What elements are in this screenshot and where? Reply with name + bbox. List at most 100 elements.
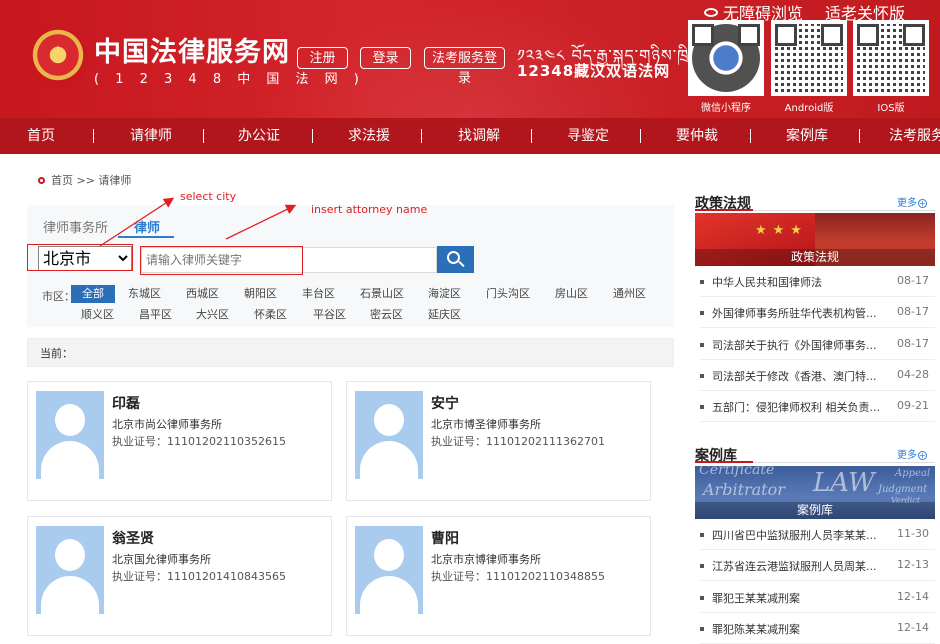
district-item[interactable]: 海淀区 bbox=[428, 285, 461, 303]
banner-word: Judgment bbox=[878, 484, 928, 495]
lawyer-license: 执业证号：11101202110348855 bbox=[431, 570, 605, 583]
policy-list-item[interactable]: 司法部关于执行《外国律师事务... 08-17 bbox=[700, 329, 935, 360]
district-item[interactable]: 西城区 bbox=[186, 285, 219, 303]
policy-list-item[interactable]: 外国律师事务所驻华代表机构管... 08-17 bbox=[700, 297, 935, 328]
district-item[interactable]: 房山区 bbox=[555, 285, 588, 303]
nav-notarization[interactable]: 办公证 bbox=[238, 118, 280, 154]
policy-item-date: 08-17 bbox=[897, 274, 929, 287]
nav-law-exam[interactable]: 法考服务 bbox=[889, 118, 940, 154]
lawyer-firm: 北京市京博律师事务所 bbox=[431, 553, 541, 566]
policy-item-title[interactable]: 五部门：侵犯律师权利 相关负责... bbox=[712, 399, 882, 415]
policy-banner-caption: 政策法规 bbox=[695, 249, 935, 266]
policy-more-link[interactable]: 更多 + bbox=[897, 194, 927, 209]
policy-list-item[interactable]: 司法部关于修改《香港、澳门特... 04-28 bbox=[700, 360, 935, 391]
case-item-title[interactable]: 四川省巴中监狱服刑人员李某某... bbox=[712, 527, 882, 543]
android-qr-icon[interactable] bbox=[771, 20, 847, 96]
policy-item-title[interactable]: 司法部关于执行《外国律师事务... bbox=[712, 337, 882, 353]
bilingual-site-link[interactable]: 12348藏汉双语法网 bbox=[517, 60, 670, 81]
main-nav: 首页 请律师 办公证 求法援 找调解 寻鉴定 要仲裁 案例库 法考服务 bbox=[0, 118, 940, 154]
case-item-title[interactable]: 江苏省连云港监狱服刑人员周某... bbox=[712, 558, 882, 574]
search-button[interactable] bbox=[437, 246, 474, 273]
qr-label-mini: 微信小程序 bbox=[701, 103, 751, 114]
case-list-item[interactable]: 四川省巴中监狱服刑人员李某某... 11-30 bbox=[700, 519, 935, 550]
section-accent bbox=[695, 461, 753, 463]
register-button[interactable]: 注册 bbox=[297, 47, 348, 69]
policy-item-title[interactable]: 外国律师事务所驻华代表机构管... bbox=[712, 305, 882, 321]
nav-arbitration[interactable]: 要仲裁 bbox=[676, 118, 718, 154]
district-item[interactable]: 怀柔区 bbox=[254, 306, 287, 324]
cases-banner-caption: 案例库 bbox=[695, 502, 935, 519]
nav-case-library[interactable]: 案例库 bbox=[786, 118, 828, 154]
district-all[interactable]: 全部 bbox=[71, 285, 115, 303]
lawyer-card[interactable]: 曹阳 北京市京博律师事务所 执业证号：11101202110348855 bbox=[346, 516, 651, 636]
lawyer-license: 执业证号：11101202110352615 bbox=[112, 435, 286, 448]
lawyer-name[interactable]: 翁圣贤 bbox=[112, 528, 154, 548]
national-emblem-logo[interactable]: ★ bbox=[28, 28, 88, 88]
ios-qr-icon[interactable] bbox=[853, 20, 929, 96]
policy-list-item[interactable]: 五部门：侵犯律师权利 相关负责... 09-21 bbox=[700, 391, 935, 422]
district-item[interactable]: 密云区 bbox=[370, 306, 403, 324]
lawyer-license: 执业证号：11101201410843565 bbox=[112, 570, 286, 583]
case-item-date: 12-13 bbox=[897, 558, 929, 571]
nav-hire-lawyer[interactable]: 请律师 bbox=[130, 118, 172, 154]
case-list-item[interactable]: 罪犯王某某减刑案 12-14 bbox=[700, 582, 935, 613]
lawyer-name[interactable]: 曹阳 bbox=[431, 528, 459, 548]
active-tab-indicator bbox=[118, 236, 174, 238]
lawyer-card[interactable]: 安宁 北京市博圣律师事务所 执业证号：11101202111362701 bbox=[346, 381, 651, 501]
district-item[interactable]: 门头沟区 bbox=[486, 285, 530, 303]
qr-label-android: Android版 bbox=[784, 103, 834, 114]
lawyer-firm: 北京市博圣律师事务所 bbox=[431, 418, 541, 431]
policy-banner[interactable]: ★★★ 政策法规 bbox=[695, 213, 935, 266]
nav-divider bbox=[750, 129, 751, 143]
district-item[interactable]: 丰台区 bbox=[302, 285, 335, 303]
lawyer-firm: 北京国允律师事务所 bbox=[112, 553, 211, 566]
policy-item-title[interactable]: 司法部关于修改《香港、澳门特... bbox=[712, 368, 882, 384]
breadcrumb: 首页 >> 请律师 bbox=[38, 172, 131, 188]
nav-divider bbox=[312, 129, 313, 143]
avatar[interactable] bbox=[355, 391, 423, 479]
policy-list-item[interactable]: 中华人民共和国律师法 08-17 bbox=[700, 266, 935, 297]
case-item-title[interactable]: 罪犯陈某某减刑案 bbox=[712, 621, 882, 637]
breadcrumb-text[interactable]: 首页 >> 请律师 bbox=[51, 174, 131, 187]
district-item[interactable]: 顺义区 bbox=[81, 306, 114, 324]
nav-home[interactable]: 首页 bbox=[27, 118, 55, 154]
district-item[interactable]: 通州区 bbox=[613, 285, 646, 303]
current-filter-label: 当前： bbox=[40, 347, 73, 360]
avatar[interactable] bbox=[355, 526, 423, 614]
site-title[interactable]: 中国法律服务网 bbox=[94, 30, 290, 69]
nav-divider bbox=[203, 129, 204, 143]
site-subtitle: ( 1 2 3 4 8 中 国 法 网 ) bbox=[94, 72, 365, 87]
district-item[interactable]: 朝阳区 bbox=[244, 285, 277, 303]
nav-appraisal[interactable]: 寻鉴定 bbox=[567, 118, 609, 154]
exam-login-button[interactable]: 法考服务登录 bbox=[424, 47, 505, 85]
banner-word: Arbitrator bbox=[703, 480, 785, 499]
district-item[interactable]: 大兴区 bbox=[196, 306, 229, 324]
tab-law-firm[interactable]: 律师事务所 bbox=[43, 217, 108, 236]
more-label: 更多 bbox=[897, 198, 917, 209]
lawyer-name[interactable]: 安宁 bbox=[431, 393, 459, 413]
tab-lawyer[interactable]: 律师 bbox=[134, 217, 160, 236]
avatar[interactable] bbox=[36, 391, 104, 479]
nav-mediation[interactable]: 找调解 bbox=[458, 118, 500, 154]
district-item[interactable]: 平谷区 bbox=[313, 306, 346, 324]
case-item-date: 12-14 bbox=[897, 621, 929, 634]
plus-icon: + bbox=[918, 199, 927, 208]
avatar[interactable] bbox=[36, 526, 104, 614]
cases-banner[interactable]: Certificate Arbitrator LAW Appeal Judgme… bbox=[695, 466, 935, 519]
lawyer-card[interactable]: 翁圣贤 北京国允律师事务所 执业证号：11101201410843565 bbox=[27, 516, 332, 636]
cases-more-link[interactable]: 更多 + bbox=[897, 446, 927, 461]
policy-item-date: 04-28 bbox=[897, 368, 929, 381]
district-item[interactable]: 石景山区 bbox=[360, 285, 404, 303]
mini-program-qr-icon[interactable] bbox=[688, 20, 764, 96]
lawyer-name[interactable]: 印磊 bbox=[112, 393, 140, 413]
case-list-item[interactable]: 江苏省连云港监狱服刑人员周某... 12-13 bbox=[700, 550, 935, 581]
district-item[interactable]: 延庆区 bbox=[428, 306, 461, 324]
case-item-title[interactable]: 罪犯王某某减刑案 bbox=[712, 590, 882, 606]
nav-legal-aid[interactable]: 求法援 bbox=[348, 118, 390, 154]
lawyer-card[interactable]: 印磊 北京市尚公律师事务所 执业证号：11101202110352615 bbox=[27, 381, 332, 501]
star-icon: ★ bbox=[50, 42, 67, 63]
policy-item-title[interactable]: 中华人民共和国律师法 bbox=[712, 274, 882, 290]
district-item[interactable]: 东城区 bbox=[128, 285, 161, 303]
district-item[interactable]: 昌平区 bbox=[139, 306, 172, 324]
login-button[interactable]: 登录 bbox=[360, 47, 411, 69]
